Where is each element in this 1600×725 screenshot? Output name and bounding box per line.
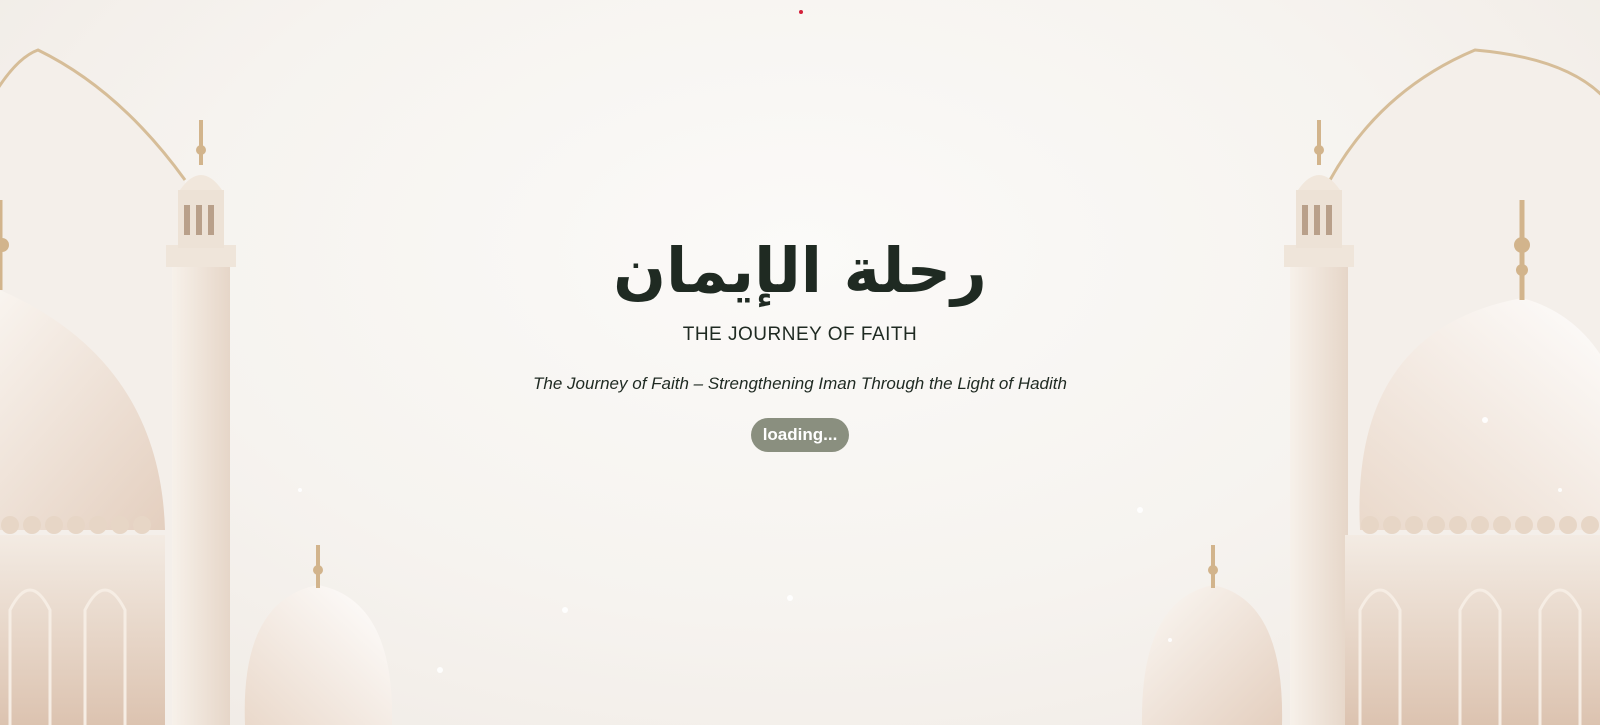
english-title: THE JOURNEY OF FAITH <box>682 324 918 345</box>
tagline: The Journey of Faith – Strengthening Ima… <box>533 374 1067 393</box>
arabic-title: رحلة الإيمان <box>613 234 987 307</box>
loading-indicator: loading... <box>750 418 850 452</box>
status-dot <box>799 10 803 14</box>
hero-content: رحلة الإيمان THE JOURNEY OF FAITH The Jo… <box>0 240 1600 452</box>
